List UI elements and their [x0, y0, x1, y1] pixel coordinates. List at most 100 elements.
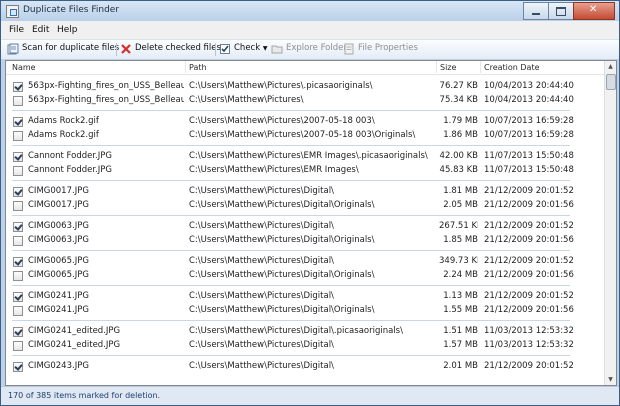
- column-divider[interactable]: [480, 61, 481, 73]
- toolbar: Scan for duplicate files Delete checked …: [1, 39, 619, 60]
- delete-checkbox[interactable]: [13, 327, 23, 337]
- file-path-cell: C:\Users\Matthew\Pictures\Digital\: [189, 340, 334, 350]
- file-path-cell: C:\Users\Matthew\Pictures\Digital\Origin…: [189, 270, 375, 280]
- file-path-cell: C:\Users\Matthew\Pictures\Digital\: [189, 291, 334, 301]
- table-row[interactable]: CIMG0243.JPG C:\Users\Matthew\Pictures\Di…: [6, 359, 604, 374]
- file-path-cell: C:\Users\Matthew\Pictures\2007-05-18 003…: [189, 116, 375, 126]
- file-size-cell: 75.34 KB: [439, 95, 478, 105]
- file-properties-button[interactable]: File Properties: [343, 43, 418, 55]
- minimize-button[interactable]: [523, 2, 549, 20]
- column-divider[interactable]: [436, 61, 437, 73]
- file-path-cell: C:\Users\Matthew\Pictures\Digital\: [189, 256, 334, 266]
- delete-checkbox[interactable]: [13, 257, 23, 267]
- table-row[interactable]: CIMG0241_edited.JPG C:\Users\Matthew\Pict…: [6, 324, 604, 339]
- close-button[interactable]: [573, 2, 615, 20]
- duplicate-files-list[interactable]: Name Path Size Creation Date 563px-Fight…: [5, 60, 617, 386]
- delete-checkbox[interactable]: [13, 201, 23, 211]
- delete-checkbox[interactable]: [13, 362, 23, 372]
- table-row[interactable]: Cannont Fodder.JPG C:\Users\Matthew\Pictu…: [6, 163, 604, 178]
- table-row[interactable]: CIMG0065.JPG C:\Users\Matthew\Pictures\Di…: [6, 254, 604, 269]
- file-name-cell: CIMG0241_edited.JPG: [28, 340, 121, 350]
- delete-checkbox[interactable]: [13, 166, 23, 176]
- scrollbar-thumb[interactable]: [606, 74, 616, 90]
- creation-date-cell: 10/04/2013 20:44:40: [484, 95, 574, 105]
- group-separator: [12, 215, 570, 216]
- menu-file[interactable]: File: [9, 25, 24, 35]
- table-row[interactable]: CIMG0063.JPG C:\Users\Matthew\Pictures\Di…: [6, 219, 604, 234]
- creation-date-cell: 10/07/2013 16:59:28: [484, 116, 574, 126]
- menu-edit[interactable]: Edit: [32, 25, 49, 35]
- delete-checkbox[interactable]: [13, 236, 23, 246]
- delete-checkbox[interactable]: [13, 131, 23, 141]
- column-name[interactable]: Name: [12, 63, 36, 72]
- creation-date-cell: 21/12/2009 20:01:56: [484, 270, 574, 280]
- scroll-down-icon[interactable]: ▼: [605, 374, 616, 385]
- file-size-cell: 42.00 KB: [439, 151, 478, 161]
- table-row[interactable]: CIMG0241.JPG C:\Users\Matthew\Pictures\Di…: [6, 289, 604, 304]
- scan-label: Scan for duplicate files: [22, 43, 120, 53]
- table-row[interactable]: 563px-Fighting_fires_on_USS_Belleau_Wood…: [6, 93, 604, 108]
- column-creation-date[interactable]: Creation Date: [484, 63, 540, 72]
- check-text: Check: [234, 43, 261, 53]
- table-row[interactable]: Adams Rock2.gif C:\Users\Matthew\Pictures…: [6, 128, 604, 143]
- table-row[interactable]: CIMG0017.JPG C:\Users\Matthew\Pictures\Di…: [6, 198, 604, 213]
- creation-date-cell: 21/12/2009 20:01:52: [484, 361, 574, 371]
- file-size-cell: 1.55 MB: [443, 305, 478, 315]
- column-path[interactable]: Path: [189, 63, 207, 72]
- delete-checkbox[interactable]: [13, 82, 23, 92]
- status-text: 170 of 385 items marked for deletion.: [8, 391, 161, 400]
- scan-button[interactable]: Scan for duplicate files: [7, 43, 119, 55]
- table-row[interactable]: CIMG0063.JPG C:\Users\Matthew\Pictures\Di…: [6, 233, 604, 248]
- file-path-cell: C:\Users\Matthew\Pictures\Digital\: [189, 221, 334, 231]
- delete-checked-button[interactable]: Delete checked files: [120, 43, 221, 55]
- file-size-cell: 349.73 KB: [439, 256, 478, 266]
- group-separator: [12, 250, 570, 251]
- group-separator: [12, 320, 570, 321]
- file-name-cell: CIMG0065.JPG: [28, 256, 89, 266]
- file-size-cell: 76.27 KB: [439, 81, 478, 91]
- delete-checkbox[interactable]: [13, 306, 23, 316]
- delete-checkbox[interactable]: [13, 187, 23, 197]
- file-size-cell: 267.51 KB: [439, 221, 478, 231]
- explore-label: Explore Folder: [286, 43, 347, 53]
- delete-checkbox[interactable]: [13, 152, 23, 162]
- column-divider[interactable]: [185, 61, 186, 73]
- table-row[interactable]: CIMG0017.JPG C:\Users\Matthew\Pictures\Di…: [6, 184, 604, 199]
- menu-help[interactable]: Help: [57, 25, 78, 35]
- table-row[interactable]: CIMG0241_edited.JPG C:\Users\Matthew\Pict…: [6, 338, 604, 353]
- delete-checkbox[interactable]: [13, 117, 23, 127]
- delete-checkbox[interactable]: [13, 96, 23, 106]
- file-name-cell: CIMG0063.JPG: [28, 221, 89, 231]
- properties-label: File Properties: [358, 43, 418, 53]
- column-size[interactable]: Size: [440, 63, 456, 72]
- table-row[interactable]: Cannont Fodder.JPG C:\Users\Matthew\Pictu…: [6, 149, 604, 164]
- group-separator: [12, 110, 570, 111]
- file-size-cell: 2.01 MB: [443, 361, 478, 371]
- maximize-button[interactable]: [548, 2, 574, 20]
- creation-date-cell: 10/04/2013 20:44:40: [484, 81, 574, 91]
- table-row[interactable]: 563px-Fighting_fires_on_USS_Belleau_Wood…: [6, 79, 604, 94]
- table-row[interactable]: CIMG0241.JPG C:\Users\Matthew\Pictures\Di…: [6, 303, 604, 318]
- file-size-cell: 1.85 MB: [443, 235, 478, 245]
- explore-folder-button[interactable]: Explore Folder: [271, 43, 347, 55]
- scroll-up-icon[interactable]: ▲: [605, 61, 616, 72]
- creation-date-cell: 21/12/2009 20:01:52: [484, 291, 574, 301]
- file-path-cell: C:\Users\Matthew\Pictures\EMR Images\.pi…: [189, 151, 428, 161]
- creation-date-cell: 11/03/2013 12:53:32: [484, 340, 574, 350]
- delete-checkbox[interactable]: [13, 292, 23, 302]
- check-dropdown-button[interactable]: Check ▼: [219, 43, 267, 55]
- scan-icon: [7, 43, 19, 55]
- delete-checkbox[interactable]: [13, 222, 23, 232]
- table-row[interactable]: CIMG0065.JPG C:\Users\Matthew\Pictures\Di…: [6, 268, 604, 283]
- file-path-cell: C:\Users\Matthew\Pictures\Digital\: [189, 361, 334, 371]
- vertical-scrollbar[interactable]: ▲ ▼: [604, 61, 616, 385]
- table-row[interactable]: Adams Rock2.gif C:\Users\Matthew\Pictures…: [6, 114, 604, 129]
- file-size-cell: 1.51 MB: [443, 326, 478, 336]
- file-name-cell: CIMG0063.JPG: [28, 235, 89, 245]
- file-path-cell: C:\Users\Matthew\Pictures\Digital\Origin…: [189, 305, 375, 315]
- file-size-cell: 1.86 MB: [443, 130, 478, 140]
- file-size-cell: 1.13 MB: [443, 291, 478, 301]
- title-bar[interactable]: Duplicate Files Finder: [1, 1, 619, 21]
- delete-checkbox[interactable]: [13, 271, 23, 281]
- delete-checkbox[interactable]: [13, 341, 23, 351]
